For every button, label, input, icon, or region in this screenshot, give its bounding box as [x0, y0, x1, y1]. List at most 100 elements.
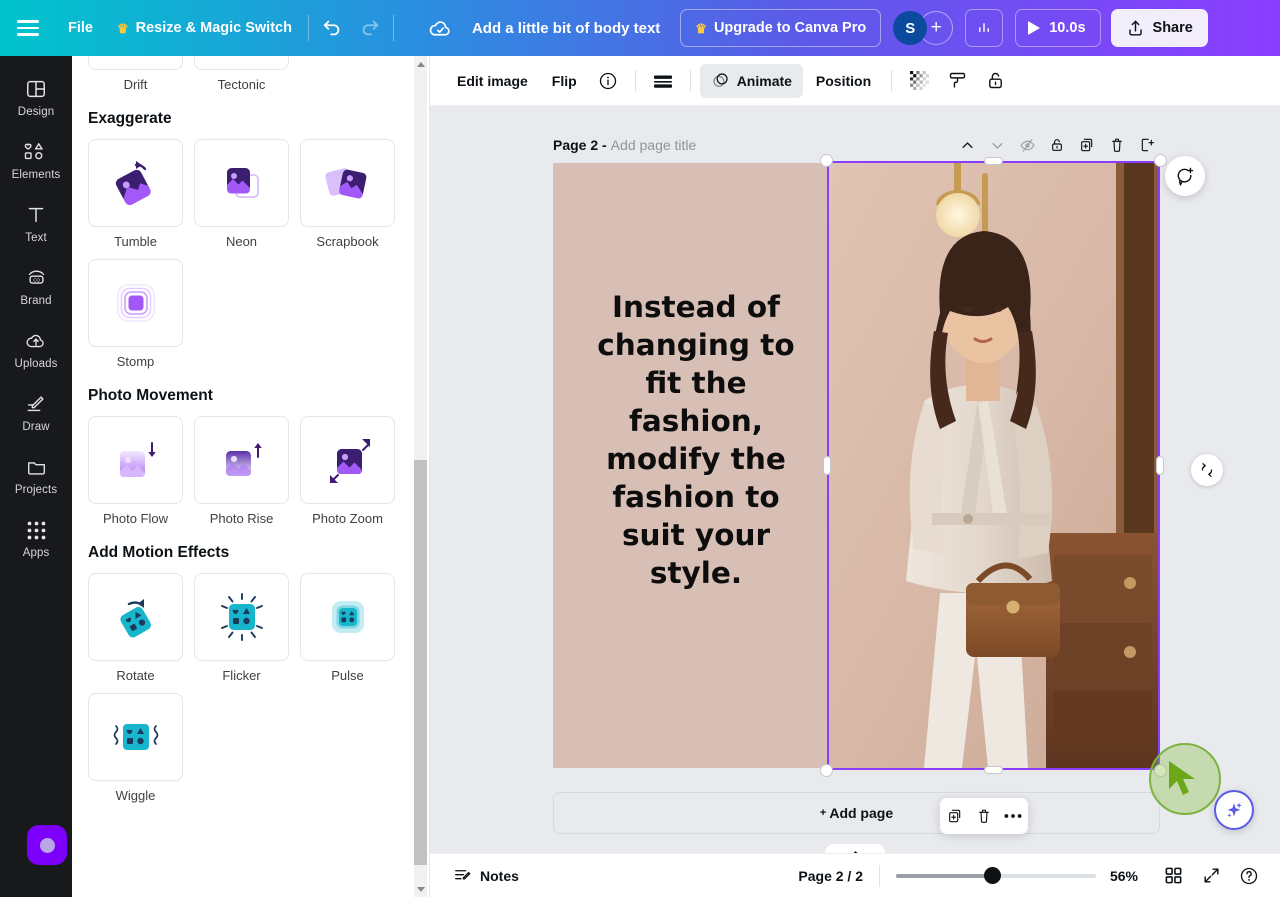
recording-dot-button[interactable] — [27, 825, 67, 865]
undo-button[interactable] — [313, 9, 351, 47]
panel-scrollbar-thumb[interactable] — [414, 460, 427, 865]
hide-page-button[interactable] — [1013, 132, 1041, 158]
animation-card-wiggle[interactable]: Wiggle — [88, 693, 183, 803]
lock-button[interactable] — [977, 64, 1013, 98]
quote-textbox[interactable]: Instead of changing to fit the fashion, … — [596, 288, 796, 592]
resize-handle-right[interactable] — [1156, 456, 1164, 475]
zoom-slider-knob[interactable] — [984, 867, 1001, 884]
sidebar-item-design[interactable]: Design — [2, 68, 70, 125]
magic-ai-button[interactable] — [1214, 790, 1254, 830]
more-options-button[interactable] — [1000, 803, 1026, 829]
animation-card-photo-rise[interactable]: Photo Rise — [194, 416, 289, 526]
animation-card-tumble[interactable]: Tumble — [88, 139, 183, 249]
resize-handle-top-left[interactable] — [820, 154, 833, 167]
redo-button[interactable] — [351, 9, 389, 47]
edit-image-button[interactable]: Edit image — [446, 64, 539, 98]
photo-rise-icon — [194, 416, 289, 504]
animation-card-photo-flow[interactable]: Photo Flow — [88, 416, 183, 526]
animation-card-pulse[interactable]: Pulse — [300, 573, 395, 683]
sidebar-item-uploads[interactable]: Uploads — [2, 320, 70, 377]
toolbar-divider-2 — [689, 69, 691, 92]
photo-flow-icon — [88, 416, 183, 504]
resize-magic-switch-label: Resize & Magic Switch — [135, 20, 292, 36]
info-button[interactable] — [590, 64, 626, 98]
resize-handle-bottom-left[interactable] — [820, 764, 833, 777]
neon-animation-icon — [194, 139, 289, 227]
paint-roller-button[interactable] — [939, 64, 975, 98]
wiggle-motion-icon — [88, 693, 183, 781]
resize-handle-top[interactable] — [984, 157, 1003, 165]
transparency-checker-button[interactable] — [901, 64, 937, 98]
notes-button[interactable]: Notes — [444, 860, 528, 892]
flip-button[interactable]: Flip — [541, 64, 588, 98]
bottom-divider — [879, 864, 880, 887]
pulse-motion-icon — [300, 573, 395, 661]
rotate-handle-button[interactable] — [1191, 454, 1223, 486]
move-page-down-button[interactable] — [983, 132, 1011, 158]
insights-button[interactable] — [965, 9, 1004, 47]
collapse-panel-tab[interactable] — [825, 844, 885, 853]
add-page-after-icon — [1141, 138, 1155, 152]
lock-page-button[interactable] — [1043, 132, 1071, 158]
document-title[interactable]: Add a little bit of body text — [460, 11, 672, 45]
animation-card-label: Tectonic — [217, 77, 266, 92]
hamburger-menu-button[interactable] — [0, 0, 56, 56]
delete-page-button[interactable] — [1103, 132, 1131, 158]
animation-card-flicker[interactable]: Flicker — [194, 573, 289, 683]
photo-element[interactable] — [828, 163, 1160, 768]
share-button[interactable]: Share — [1110, 9, 1208, 47]
delete-button[interactable] — [971, 803, 997, 829]
sidebar-item-draw[interactable]: Draw — [2, 383, 70, 440]
design-page[interactable]: Instead of changing to fit the fashion, … — [553, 163, 1160, 768]
duplicate-button[interactable] — [942, 803, 968, 829]
chevron-up-icon — [962, 141, 972, 148]
add-comment-button[interactable] — [1165, 156, 1205, 196]
resize-handle-bottom[interactable] — [984, 766, 1003, 774]
fullscreen-button[interactable] — [1194, 860, 1228, 892]
help-button[interactable] — [1232, 860, 1266, 892]
green-pointer-cursor — [1149, 743, 1221, 815]
animation-card-stomp[interactable]: Stomp — [88, 259, 183, 369]
animate-button[interactable]: Animate — [699, 63, 803, 98]
animation-card-label: Flicker — [222, 668, 261, 683]
transparency-checker-icon — [909, 71, 929, 90]
animation-card-rotate[interactable]: Rotate — [88, 573, 183, 683]
sidebar-item-elements[interactable]: Elements — [2, 131, 70, 188]
upgrade-to-pro-button[interactable]: ♛ Upgrade to Canva Pro — [680, 9, 882, 47]
avatar[interactable]: S — [893, 11, 928, 45]
page-title-input[interactable]: Add page title — [611, 137, 697, 153]
add-page-button[interactable]: + Add page — [553, 792, 1160, 834]
sidebar-item-projects[interactable]: Projects — [2, 446, 70, 503]
animation-card-drift[interactable]: Drift — [88, 56, 183, 92]
animation-card-neon[interactable]: Neon — [194, 139, 289, 249]
resize-handle-left[interactable] — [823, 456, 831, 475]
resize-magic-switch-button[interactable]: ♛ Resize & Magic Switch — [105, 11, 304, 45]
sidebar-item-label: Design — [17, 106, 55, 118]
sidebar-item-apps[interactable]: Apps — [2, 509, 70, 566]
delete-page-icon — [1112, 138, 1122, 152]
scrollbar-down-arrow[interactable] — [414, 881, 427, 897]
sidebar-item-text[interactable]: Text — [2, 194, 70, 251]
transparency-button[interactable] — [645, 64, 681, 98]
fullscreen-icon — [1203, 868, 1219, 883]
cursor-arrow-icon — [1169, 761, 1195, 795]
animation-card-scrapbook[interactable]: Scrapbook — [300, 139, 395, 249]
zoom-slider[interactable] — [896, 867, 1096, 885]
move-page-up-button[interactable] — [953, 132, 981, 158]
grid-view-button[interactable] — [1156, 860, 1190, 892]
resize-handle-top-right[interactable] — [1154, 154, 1167, 167]
scrollbar-up-arrow[interactable] — [414, 56, 427, 72]
cloud-save-status-button[interactable] — [422, 9, 460, 47]
section-title-photo-movement: Photo Movement — [88, 387, 213, 404]
animation-card-label: Photo Rise — [209, 511, 274, 526]
animation-card-label: Photo Flow — [102, 511, 169, 526]
file-menu-button[interactable]: File — [56, 11, 105, 45]
notes-label: Notes — [480, 867, 519, 884]
position-button[interactable]: Position — [805, 64, 882, 98]
duplicate-page-button[interactable] — [1073, 132, 1101, 158]
animation-card-photo-zoom[interactable]: Photo Zoom — [300, 416, 395, 526]
animation-card-tectonic[interactable]: Tectonic — [194, 56, 289, 92]
play-preview-button[interactable]: 10.0s — [1015, 9, 1101, 47]
scrapbook-animation-icon — [300, 139, 395, 227]
sidebar-item-brand[interactable]: CO Brand — [2, 257, 70, 314]
